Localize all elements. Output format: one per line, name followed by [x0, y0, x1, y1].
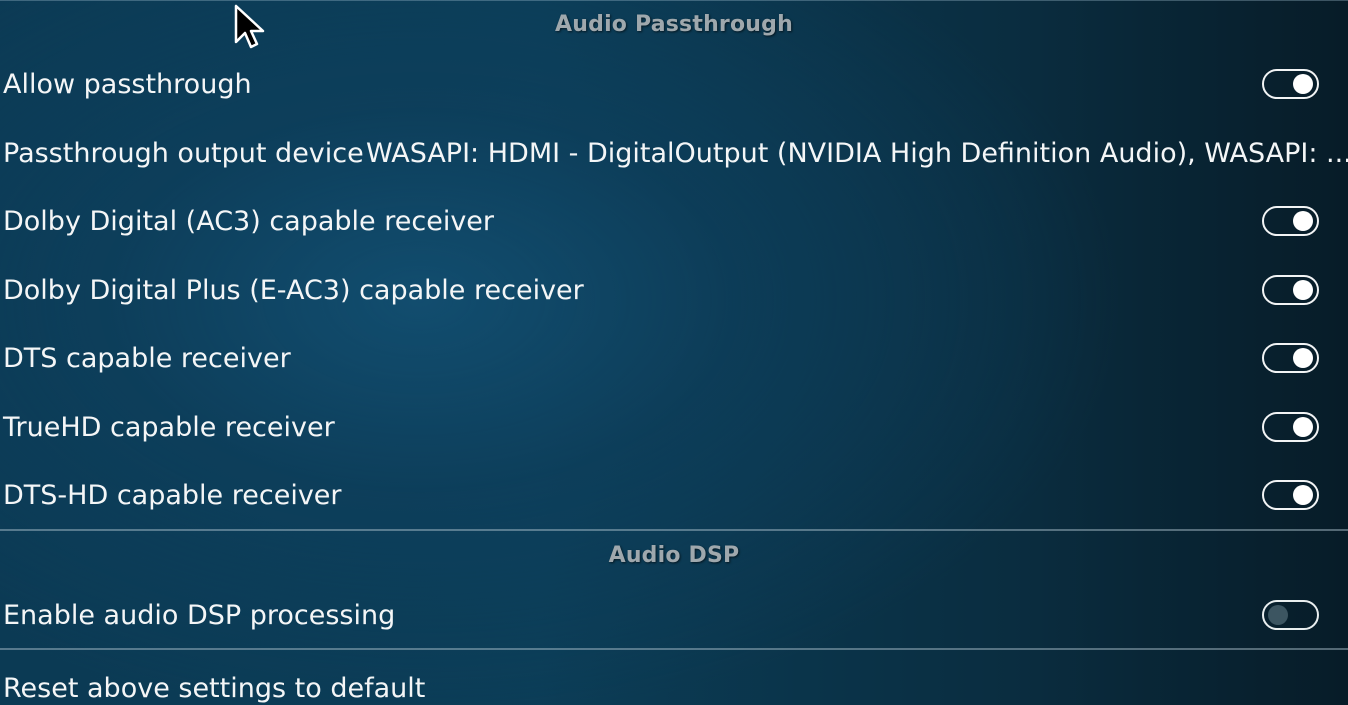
- setting-label: DTS-HD capable receiver: [3, 479, 342, 511]
- setting-label: Enable audio DSP processing: [3, 599, 396, 631]
- toggle-knob: [1268, 605, 1288, 625]
- toggle-knob: [1293, 211, 1313, 231]
- toggle-switch[interactable]: [1262, 275, 1319, 305]
- setting-dolby-digital-plus-eac3[interactable]: Dolby Digital Plus (E-AC3) capable recei…: [0, 260, 1348, 320]
- setting-value: WASAPI: HDMI - DigitalOutput (NVIDIA Hig…: [366, 137, 1348, 169]
- setting-label: Dolby Digital (AC3) capable receiver: [3, 205, 495, 237]
- toggle-switch[interactable]: [1262, 69, 1319, 99]
- toggle-knob: [1293, 485, 1313, 505]
- section-divider: [0, 648, 1348, 650]
- toggle-switch[interactable]: [1262, 343, 1319, 373]
- toggle-switch[interactable]: [1262, 600, 1319, 630]
- setting-label: Allow passthrough: [3, 68, 252, 100]
- setting-dts[interactable]: DTS capable receiver: [0, 328, 1348, 388]
- setting-allow-passthrough[interactable]: Allow passthrough: [0, 54, 1348, 114]
- toggle-switch[interactable]: [1262, 480, 1319, 510]
- toggle-knob: [1293, 74, 1313, 94]
- top-divider: [0, 0, 1348, 1]
- setting-label: Passthrough output device: [3, 137, 364, 169]
- toggle-switch[interactable]: [1262, 412, 1319, 442]
- setting-truehd[interactable]: TrueHD capable receiver: [0, 397, 1348, 457]
- reset-settings-button[interactable]: Reset above settings to default: [0, 658, 1348, 705]
- setting-dts-hd[interactable]: DTS-HD capable receiver: [0, 465, 1348, 525]
- toggle-switch[interactable]: [1262, 206, 1319, 236]
- mouse-pointer-icon: [234, 4, 265, 49]
- reset-label: Reset above settings to default: [3, 672, 426, 704]
- section-divider: [0, 529, 1348, 531]
- setting-enable-audio-dsp[interactable]: Enable audio DSP processing: [0, 585, 1348, 645]
- toggle-knob: [1293, 280, 1313, 300]
- setting-label: DTS capable receiver: [3, 342, 291, 374]
- setting-label: Dolby Digital Plus (E-AC3) capable recei…: [3, 274, 584, 306]
- toggle-knob: [1293, 348, 1313, 368]
- section-header-audio-dsp: Audio DSP: [608, 543, 740, 568]
- setting-label: TrueHD capable receiver: [3, 411, 335, 443]
- setting-dolby-digital-ac3[interactable]: Dolby Digital (AC3) capable receiver: [0, 191, 1348, 251]
- section-header-audio-passthrough: Audio Passthrough: [555, 12, 793, 37]
- setting-passthrough-output-device[interactable]: Passthrough output device WASAPI: HDMI -…: [0, 123, 1348, 183]
- toggle-knob: [1293, 417, 1313, 437]
